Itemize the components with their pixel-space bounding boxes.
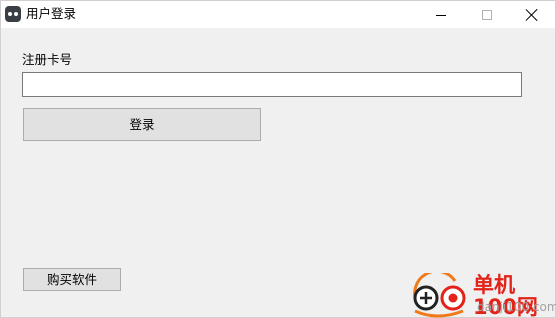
registration-card-label: 注册卡号 xyxy=(22,52,73,67)
minimize-icon xyxy=(436,14,446,16)
watermark-logo-icon xyxy=(413,273,466,318)
maximize-icon xyxy=(482,9,492,20)
maximize-button[interactable] xyxy=(464,1,510,28)
app-icon xyxy=(5,6,21,22)
minimize-button[interactable] xyxy=(418,1,464,28)
watermark: 单机100网 danji100.com xyxy=(407,273,556,318)
close-icon xyxy=(525,8,539,22)
watermark-url: danji100.com xyxy=(477,300,556,314)
title-bar[interactable]: 用户登录 xyxy=(1,1,555,28)
login-button[interactable]: 登录 xyxy=(23,108,261,141)
login-window: 用户登录 注册卡号 登录 购买软件 单机100网 danji100.com xyxy=(0,0,556,318)
window-title: 用户登录 xyxy=(26,6,77,21)
close-button[interactable] xyxy=(509,1,555,28)
buy-software-button[interactable]: 购买软件 xyxy=(23,268,121,291)
registration-card-input[interactable] xyxy=(22,72,522,97)
